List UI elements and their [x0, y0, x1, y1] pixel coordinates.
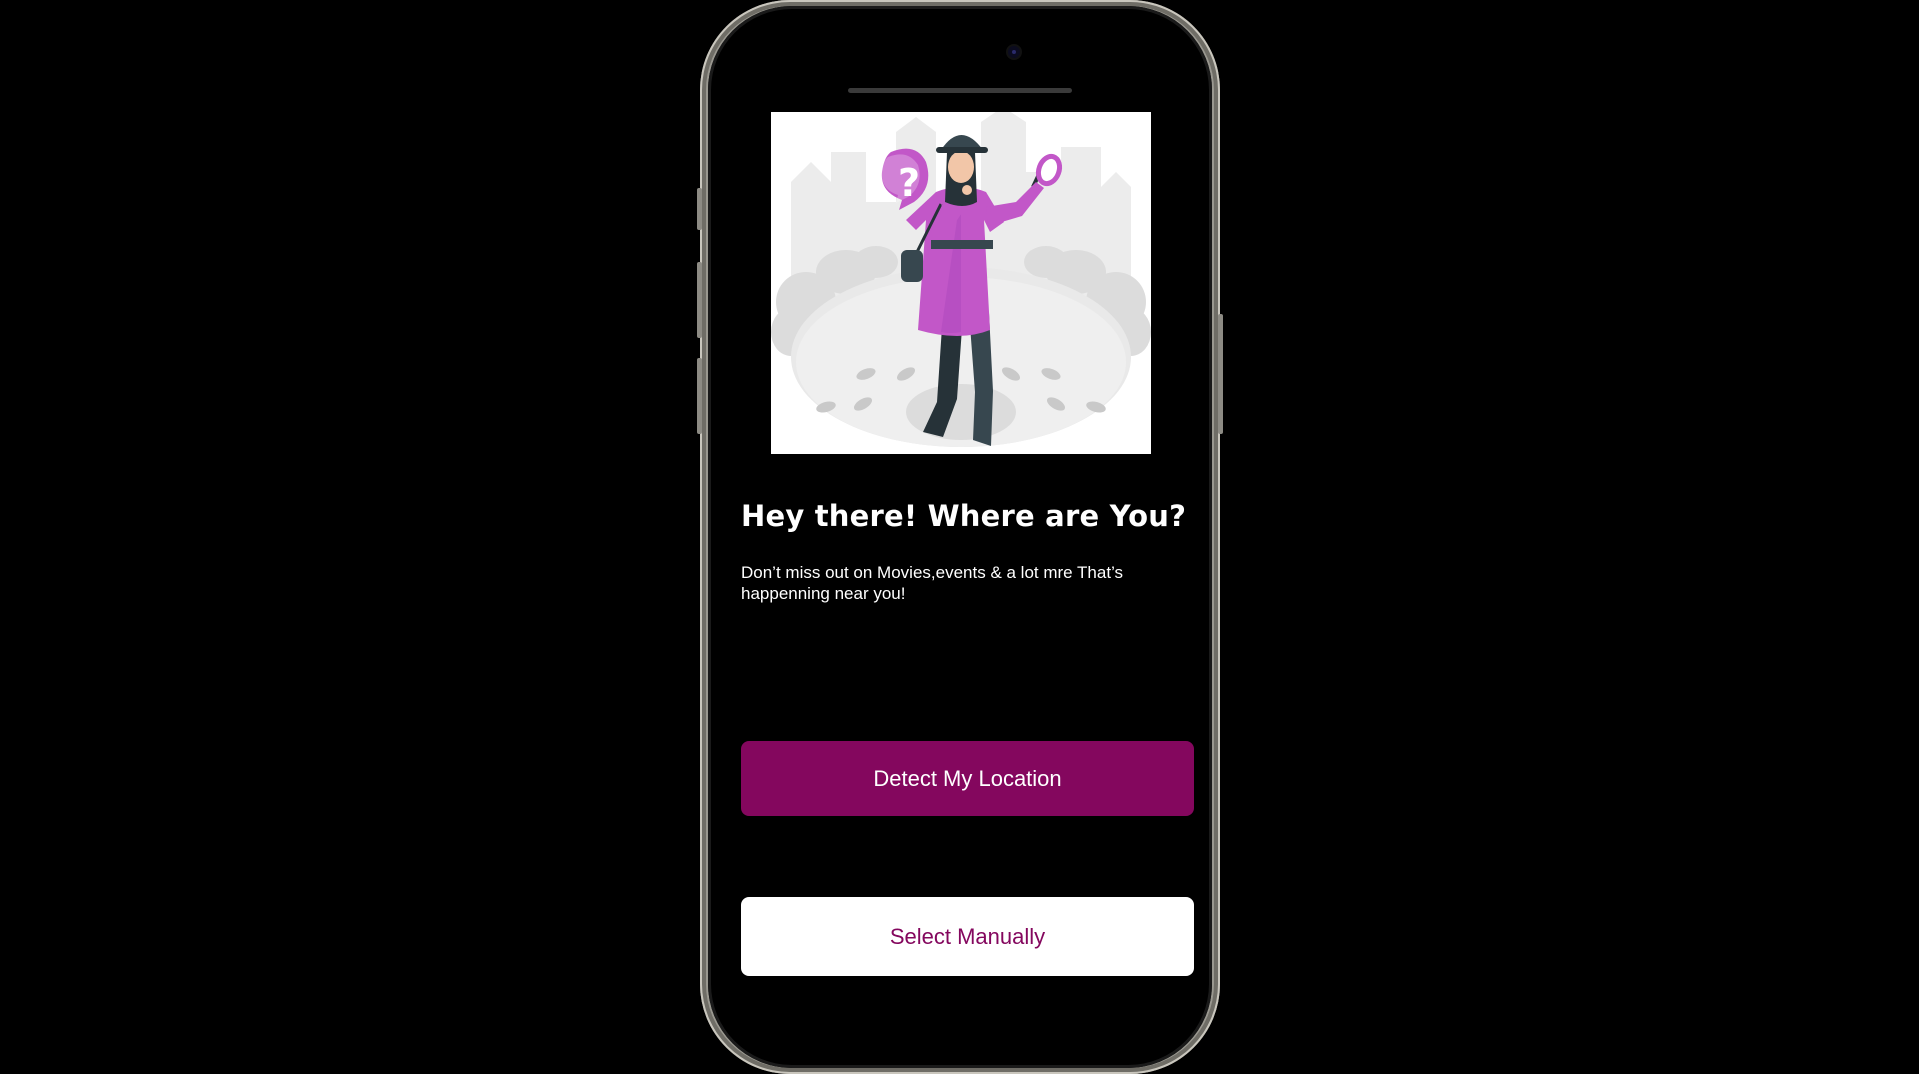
phone-screen: ? Hey there! Where are You? Don’t miss o… — [708, 6, 1212, 1068]
page-description: Don’t miss out on Movies,events & a lot … — [741, 563, 1124, 603]
stage: ? Hey there! Where are You? Don’t miss o… — [0, 0, 1919, 1074]
page-title: Hey there! Where are You? — [741, 499, 1187, 533]
question-mark-glyph: ? — [898, 161, 920, 205]
detect-location-button[interactable]: Detect My Location — [741, 741, 1194, 816]
detective-woman-illustration-icon: ? — [771, 112, 1151, 447]
speaker-bar — [848, 88, 1072, 93]
phone-frame: ? Hey there! Where are You? Don’t miss o… — [697, 0, 1223, 1074]
location-illustration: ? — [771, 112, 1151, 454]
volume-up-button — [697, 262, 702, 338]
select-manually-button[interactable]: Select Manually — [741, 897, 1194, 976]
power-button — [1218, 314, 1223, 434]
volume-down-button — [697, 358, 702, 434]
front-camera-icon — [1008, 46, 1020, 58]
action-button — [697, 188, 702, 230]
